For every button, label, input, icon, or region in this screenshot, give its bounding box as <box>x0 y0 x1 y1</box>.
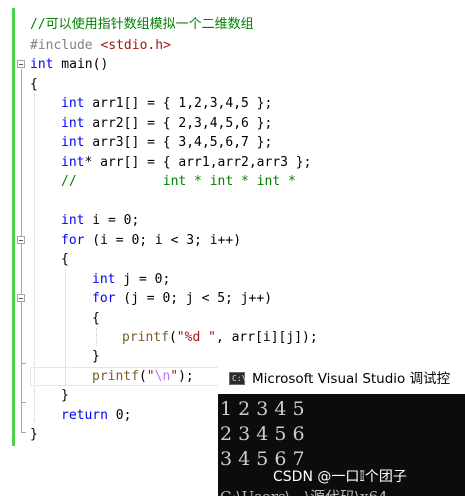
j-declaration: j = 0; <box>115 272 171 287</box>
arr-declaration: * arr[] = { arr1,arr2,arr3 }; <box>84 155 312 170</box>
code-line-3: int main() <box>30 55 108 74</box>
csdn-watermark: CSDN @一口𝕀个团子 <box>273 469 407 485</box>
fold-for-j-icon[interactable] <box>17 294 25 302</box>
code-line-2: #include <stdio.h> <box>30 36 171 55</box>
code-line-11: int i = 0; <box>61 211 139 230</box>
code-line-1: //可以使用指针数组模拟一个二维数组 <box>30 15 254 34</box>
code-line-22: } <box>30 425 38 444</box>
fold-end-main <box>21 432 26 433</box>
code-line-18: } <box>92 347 100 366</box>
brace: } <box>92 349 100 364</box>
output-line: 2 3 4 5 6 <box>220 423 305 445</box>
brace: } <box>61 388 69 403</box>
code-line-6: int arr2[] = { 2,3,4,5,6 }; <box>61 114 272 133</box>
printf-close: ); <box>178 369 194 384</box>
return-value: 0; <box>107 408 132 423</box>
comment: //可以使用指针数组模拟一个二维数组 <box>30 17 254 32</box>
code-line-4: { <box>30 75 38 94</box>
code-line-12: for (i = 0; i < 3; i++) <box>61 231 241 250</box>
code-line-17: printf("%d ", arr[i][j]); <box>122 328 318 347</box>
brace: { <box>30 77 38 92</box>
fold-end-for-i <box>21 402 26 403</box>
console-title-bar[interactable]: C:\ Microsoft Visual Studio 调试控 <box>218 364 465 394</box>
code-line-19: printf("\n"); <box>92 367 194 386</box>
newline-escape: \n <box>154 369 171 384</box>
printf-call: printf <box>92 369 139 384</box>
keyword-int: int <box>61 135 85 150</box>
code-line-9: // int * int * int * <box>61 172 296 191</box>
main-signature: main() <box>53 57 109 72</box>
i-declaration: i = 0; <box>84 213 140 228</box>
format-string: "%d " <box>176 330 216 345</box>
keyword-for: for <box>61 233 85 248</box>
console-title: Microsoft Visual Studio 调试控 <box>252 371 451 387</box>
code-line-13: { <box>61 250 69 269</box>
include-directive: #include <box>30 38 93 53</box>
brace: } <box>30 427 38 442</box>
paren: ( <box>138 369 147 384</box>
keyword-int: int <box>92 272 116 287</box>
code-line-14: int j = 0; <box>92 270 170 289</box>
arr3-declaration: arr3[] = { 3,4,5,6,7 }; <box>84 135 273 150</box>
code-line-16: { <box>92 309 100 328</box>
keyword-int: int <box>61 155 85 170</box>
type-comment: // int * int * int * <box>61 174 296 189</box>
keyword-int: int <box>61 213 85 228</box>
keyword-int: int <box>30 57 54 72</box>
keyword-int: int <box>61 116 85 131</box>
code-line-5: int arr1[] = { 1,2,3,4,5 }; <box>61 94 272 113</box>
output-line: 1 2 3 4 5 <box>220 398 305 420</box>
quote: " <box>170 369 179 384</box>
arr2-declaration: arr2[] = { 2,3,4,5,6 }; <box>84 116 273 131</box>
change-tracking-bar <box>12 8 15 446</box>
brace: { <box>61 252 69 267</box>
code-line-20: } <box>61 386 69 405</box>
keyword-int: int <box>61 96 85 111</box>
fold-end-for-j <box>21 363 26 364</box>
code-line-8: int* arr[] = { arr1,arr2,arr3 }; <box>61 153 311 172</box>
keyword-for: for <box>92 291 116 306</box>
output-line-partial: C:\Users\...\源代码\x64 <box>220 485 388 496</box>
quote: " <box>146 369 155 384</box>
paren: ( <box>168 330 177 345</box>
printf-call: printf <box>122 330 169 345</box>
arr1-declaration: arr1[] = { 1,2,3,4,5 }; <box>84 96 273 111</box>
code-line-7: int arr3[] = { 3,4,5,6,7 }; <box>61 133 272 152</box>
for-i-header: (i = 0; i < 3; i++) <box>84 233 242 248</box>
fold-main-icon[interactable] <box>17 60 25 68</box>
indent-guide <box>96 328 97 346</box>
code-line-15: for (j = 0; j < 5; j++) <box>92 289 272 308</box>
fold-line-for-j <box>21 303 22 363</box>
printf-args: , arr[i][j]); <box>215 330 318 345</box>
console-app-icon: C:\ <box>229 372 247 385</box>
include-file: <stdio.h> <box>100 38 171 53</box>
code-line-21: return 0; <box>61 406 131 425</box>
for-j-header: (j = 0; j < 5; j++) <box>115 291 273 306</box>
brace: { <box>92 311 100 326</box>
console-icon-text: C:\ <box>232 374 247 383</box>
keyword-return: return <box>61 408 108 423</box>
fold-for-i-icon[interactable] <box>17 236 25 244</box>
